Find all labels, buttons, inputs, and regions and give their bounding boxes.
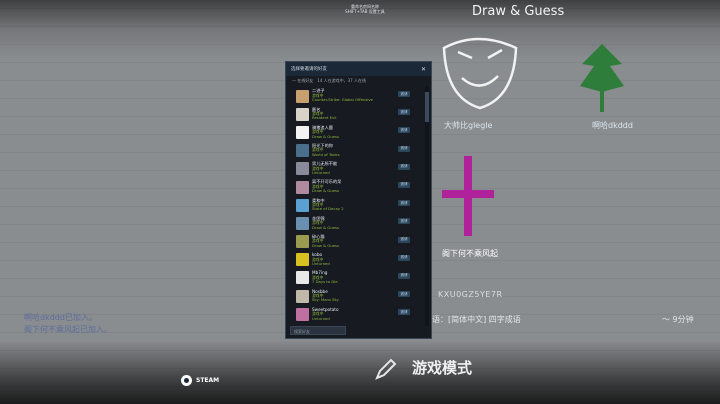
friend-row[interactable]: 匿名 游戏中 Resident Evil 邀请 [290, 105, 426, 123]
room-code[interactable]: KXU0GZ5YE7R [438, 290, 503, 299]
invite-button[interactable]: 邀请 [398, 291, 410, 298]
game-mode-label[interactable]: 游戏模式 [412, 357, 472, 378]
friend-game: Draw & Guess [312, 133, 339, 139]
friend-game: 7 Days to Die [312, 279, 338, 285]
friend-row[interactable]: Sweetpotato 游戏中 Unturned 邀请 [290, 305, 426, 323]
invite-button[interactable]: 邀请 [398, 145, 410, 152]
friend-list: 二进子 游戏中 Counter-Strike: Global Offensive 邀请… [290, 87, 426, 325]
friend-game: Draw & Guess [312, 188, 339, 194]
invite-friends-dialog: 选择要邀请的好友 ✕ 一 在线好友 14 人在游戏中，37 人在线 二进子 游戏中… [285, 61, 432, 339]
avatar [296, 144, 309, 158]
friend-row[interactable]: kobo 游戏中 Unturned 邀请 [290, 251, 426, 269]
invite-button[interactable]: 邀请 [398, 254, 410, 261]
friend-row[interactable]: 骑猪追人鹿 游戏中 Draw & Guess 邀请 [290, 123, 426, 141]
friend-row[interactable]: 柔和中 游戏中 State of Decay 2 邀请 [290, 196, 426, 214]
chat-log: 啊哈dkddd已加入。 阁下何不乘风起已加入。 [24, 312, 112, 336]
steam-overlay-badge: STEAM [181, 375, 219, 386]
friend-game: Resident Evil [312, 115, 337, 121]
invite-button[interactable]: 邀请 [398, 236, 410, 243]
invite-button[interactable]: 邀请 [398, 91, 410, 97]
avatar [296, 307, 309, 321]
avatar [296, 198, 309, 212]
friend-game: Sky: Mans Sky [312, 297, 339, 303]
invite-button[interactable]: 邀请 [398, 127, 410, 134]
steam-label: STEAM [196, 377, 220, 384]
invite-button[interactable]: 邀请 [398, 109, 410, 116]
game-title: Draw & Guess [472, 4, 565, 19]
avatar [296, 107, 309, 121]
avatar [296, 180, 309, 194]
friend-game: Draw & Guess [312, 224, 339, 230]
invite-button[interactable]: 邀请 [398, 218, 410, 225]
friend-row[interactable]: 男儿无所不能 游戏中 Unturned 邀请 [290, 160, 426, 178]
drawing-smiley-icon [442, 37, 518, 110]
friend-row[interactable]: 离不开可乐的呆 游戏中 Draw & Guess 邀请 [290, 178, 426, 196]
scrollbar[interactable] [425, 86, 429, 326]
timer-label: ～ 9分钟 [662, 315, 694, 324]
friend-row[interactable]: 碎心猫 游戏中 Draw & Guess 邀请 [290, 233, 426, 251]
friend-row[interactable]: Mb7ing 游戏中 7 Days to Die 邀请 [290, 269, 426, 287]
invite-button[interactable]: 邀请 [398, 181, 410, 188]
friend-game: Counter-Strike: Global Offensive [312, 97, 373, 103]
avatar [296, 162, 309, 176]
drawing-cross-icon [442, 156, 494, 236]
friend-row[interactable]: Nosbbe 游戏中 Sky: Mans Sky 邀请 [290, 287, 426, 305]
friend-search-input[interactable]: 搜索好友 [290, 326, 346, 335]
friend-row[interactable]: 花团锦 游戏中 Draw & Guess 邀请 [290, 214, 426, 232]
avatar [296, 271, 309, 285]
player-name-2: 啊哈dkddd [592, 121, 633, 130]
close-icon[interactable]: ✕ [421, 66, 426, 73]
friend-row[interactable]: 二进子 游戏中 Counter-Strike: Global Offensive 邀请 [290, 87, 426, 105]
dialog-title: 选择要邀请的好友 [291, 67, 327, 72]
friend-game: State of Decay 2 [312, 206, 344, 212]
invite-button[interactable]: 邀请 [398, 163, 410, 170]
pencil-icon [375, 358, 397, 380]
avatar [296, 253, 309, 267]
chat-line: 阁下何不乘风起已加入。 [24, 325, 112, 334]
scrollbar-thumb[interactable] [425, 92, 429, 122]
bottom-shade [0, 340, 720, 404]
invite-button[interactable]: 邀请 [398, 272, 410, 279]
friend-game: Unturned [312, 315, 330, 321]
avatar [296, 235, 309, 249]
avatar [296, 289, 309, 303]
top-caption-line-2: SHIFT+TAB 设置工具 [345, 9, 385, 14]
drawing-tree-icon [580, 44, 624, 112]
friend-game: World of Tanks [312, 151, 340, 157]
top-caption: 重命名房间名称 SHIFT+TAB 设置工具 [330, 4, 400, 14]
player-name-1: 大帅比glegle [444, 121, 493, 130]
invite-button[interactable]: 邀请 [398, 309, 410, 316]
chat-line: 啊哈dkddd已加入。 [24, 313, 97, 322]
dialog-header: 选择要邀请的好友 ✕ [286, 62, 431, 76]
guess-text: 阁下何不乘风起 [442, 249, 498, 258]
friend-game: Unturned [312, 170, 330, 176]
language-label: 语：[简体中文] 四字成语 [432, 315, 521, 324]
friend-game: Unturned [312, 260, 330, 266]
avatar [296, 216, 309, 230]
friend-game: Draw & Guess [312, 242, 339, 248]
invite-button[interactable]: 邀请 [398, 200, 410, 207]
avatar [296, 125, 309, 139]
steam-logo-icon [181, 375, 192, 386]
friend-row[interactable]: 阳光下的你 游戏中 World of Tanks 邀请 [290, 142, 426, 160]
avatar [296, 89, 309, 103]
online-summary: 一 在线好友 14 人在游戏中，37 人在线 [292, 78, 366, 83]
